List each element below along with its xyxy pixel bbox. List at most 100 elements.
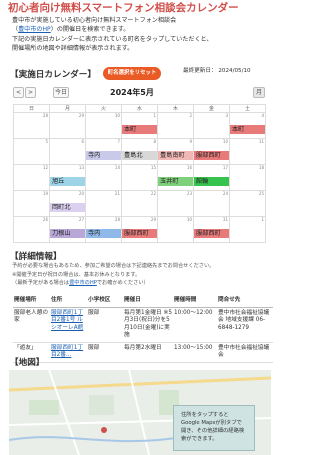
day-number: 8 bbox=[153, 139, 156, 144]
calendar-day[interactable]: 4 本町 bbox=[229, 112, 266, 139]
calendar-grid: 日月火水木金土 28 29 30 1 本町 2 3 4 本町 5 6 7 寺内 8 豊島北 9 豊島南町 10 服部… bbox=[13, 104, 266, 243]
calendar-event[interactable]: 玉井町 bbox=[158, 177, 193, 186]
calendar-event[interactable]: 寺内 bbox=[86, 151, 121, 160]
calendar-week: 19 20 岡町北 21 22 23 24 25 bbox=[13, 190, 266, 217]
calendar-day[interactable]: 30 bbox=[85, 112, 122, 139]
calendar-event[interactable]: 豊島北 bbox=[122, 151, 157, 160]
month-view-button[interactable]: 月 bbox=[253, 87, 265, 98]
calendar-day[interactable]: 9 豊島南町 bbox=[157, 138, 194, 165]
calendar-day[interactable]: 14 bbox=[85, 164, 122, 191]
calendar-day[interactable]: 29 服部西町 bbox=[121, 216, 158, 243]
detail-heading: 【詳細情報】 bbox=[10, 252, 62, 262]
calendar-day[interactable]: 20 岡町北 bbox=[49, 190, 86, 217]
calendar-day[interactable]: 2 bbox=[157, 112, 194, 139]
address-link[interactable]: 服部西町1丁目2番1号 ルシオーレA館 bbox=[51, 310, 83, 331]
weekday-label: 月 bbox=[49, 104, 86, 113]
calendar-day[interactable]: 24 bbox=[193, 190, 230, 217]
calendar-day[interactable]: 3 bbox=[193, 112, 230, 139]
detail-column-header: 問合せ先 bbox=[217, 292, 273, 308]
day-number: 20 bbox=[78, 191, 84, 196]
calendar-event[interactable]: 刀根山 bbox=[50, 229, 85, 238]
detail-hp-link[interactable]: 豊中市のHP bbox=[69, 280, 97, 286]
calendar-event[interactable]: 服部西町 bbox=[194, 229, 229, 238]
calendar-event[interactable]: 本町 bbox=[122, 125, 157, 134]
calendar-day[interactable]: 5 bbox=[13, 138, 50, 165]
reset-selection-button[interactable]: 町名選択をリセット bbox=[103, 67, 161, 80]
calendar-day[interactable]: 18 bbox=[229, 164, 266, 191]
detail-note-2: ※開催予定日が祝日の場合は、基本お休みとなります。 bbox=[12, 271, 141, 278]
day-number: 1 bbox=[153, 113, 156, 118]
day-number: 31 bbox=[222, 217, 228, 222]
calendar-day[interactable]: 28 bbox=[13, 112, 50, 139]
calendar-day[interactable]: 1 bbox=[229, 216, 266, 243]
calendar-day[interactable]: 28 寺内 bbox=[85, 216, 122, 243]
calendar-day[interactable]: 13 旭丘 bbox=[49, 164, 86, 191]
calendar-day[interactable]: 21 bbox=[85, 190, 122, 217]
calendar-heading: 【実施日カレンダー】 bbox=[10, 70, 96, 80]
day-number: 18 bbox=[258, 165, 264, 170]
calendar-event[interactable]: 豊島南町 bbox=[158, 151, 193, 160]
calendar-day[interactable]: 31 服部西町 bbox=[193, 216, 230, 243]
map-heading: 【地図】 bbox=[10, 358, 45, 368]
calendar-day[interactable]: 23 bbox=[157, 190, 194, 217]
calendar-event[interactable]: 旭丘 bbox=[50, 177, 85, 186]
intro-line-2: の開催日を検索できます。 bbox=[56, 26, 130, 34]
intro-line-4: 開催場所の地図や詳細情報が表示されます。 bbox=[12, 44, 134, 52]
calendar-day[interactable]: 11 bbox=[229, 138, 266, 165]
calendar-day[interactable]: 27 刀根山 bbox=[49, 216, 86, 243]
calendar-day[interactable]: 12 bbox=[13, 164, 50, 191]
map-marker-icon[interactable] bbox=[101, 427, 107, 433]
calendar-day[interactable]: 19 bbox=[13, 190, 50, 217]
calendar-week: 28 29 30 1 本町 2 3 4 本町 bbox=[13, 112, 266, 139]
address-link[interactable]: 服部西町1丁目2番... bbox=[51, 345, 83, 359]
detail-cell-address: 服部西町1丁目2番1号 ルシオーレA館 bbox=[50, 307, 87, 343]
detail-cell-school: 服部 bbox=[87, 307, 123, 343]
today-button[interactable]: 今日 bbox=[53, 87, 69, 98]
calendar-day[interactable]: 8 豊島北 bbox=[121, 138, 158, 165]
calendar-day[interactable]: 22 bbox=[121, 190, 158, 217]
day-number: 29 bbox=[78, 113, 84, 118]
day-number: 11 bbox=[258, 139, 264, 144]
calendar-day[interactable]: 30 bbox=[157, 216, 194, 243]
detail-note-1: 予約が必要な場合もあるため、参加ご希望の場合は下記連絡先までお問合せください。 bbox=[12, 263, 215, 269]
calendar-day[interactable]: 7 寺内 bbox=[85, 138, 122, 165]
day-number: 7 bbox=[117, 139, 120, 144]
calendar-event[interactable]: 岡町北 bbox=[50, 203, 85, 212]
detail-cell-school: 服部 bbox=[87, 342, 123, 363]
weekday-label: 水 bbox=[121, 104, 158, 113]
day-number: 15 bbox=[150, 165, 156, 170]
day-number: 14 bbox=[114, 165, 120, 170]
weekday-label: 木 bbox=[157, 104, 194, 113]
detail-notes: 予約が必要な場合もあるため、参加ご希望の場合は下記連絡先までお問合せください。 … bbox=[12, 262, 274, 288]
calendar-week: 12 13 旭丘 14 15 16 玉井町 17 館輪 18 bbox=[13, 164, 266, 191]
prev-month-button[interactable]: < bbox=[13, 87, 24, 98]
calendar-event[interactable]: 服部西町 bbox=[122, 229, 157, 238]
calendar-day[interactable]: 29 bbox=[49, 112, 86, 139]
calendar-event[interactable]: 服部西町 bbox=[194, 151, 229, 160]
calendar-day[interactable]: 16 玉井町 bbox=[157, 164, 194, 191]
detail-table: 開催場所 住所 小学校区 開催日 開催時間 問合せ先 服部老人憩の家 服部西町1丁目2番1号… bbox=[13, 292, 273, 363]
calendar-day[interactable]: 1 本町 bbox=[121, 112, 158, 139]
detail-cell-time: 10:00～12:00 bbox=[173, 307, 217, 343]
day-number: 4 bbox=[261, 113, 264, 118]
calendar-event[interactable]: 本町 bbox=[230, 125, 265, 134]
last-updated: 最終更新日： 2024/05/10 bbox=[183, 68, 251, 74]
calendar-day[interactable]: 6 bbox=[49, 138, 86, 165]
detail-cell-address: 服部西町1丁目2番... bbox=[50, 342, 87, 363]
calendar-day[interactable]: 10 服部西町 bbox=[193, 138, 230, 165]
city-hp-link[interactable]: 豊中市のHP bbox=[18, 26, 51, 33]
calendar-day[interactable]: 15 bbox=[121, 164, 158, 191]
day-number: 25 bbox=[258, 191, 264, 196]
calendar-week: 5 6 7 寺内 8 豊島北 9 豊島南町 10 服部西町 11 bbox=[13, 138, 266, 165]
calendar-event[interactable]: 寺内 bbox=[86, 229, 121, 238]
detail-row: 「遊友」 服部西町1丁目2番... 服部 毎月第2水曜日 13:00～15:00 豊中市社… bbox=[13, 342, 273, 363]
month-title: 2024年5月 bbox=[110, 88, 154, 97]
intro-text: 豊中市が実施している初心者向け無料スマートフォン相談会 （豊中市のHP）の開催日… bbox=[12, 16, 274, 53]
day-number: 30 bbox=[114, 113, 120, 118]
calendar-event[interactable]: 館輪 bbox=[194, 177, 229, 186]
calendar-day[interactable]: 25 bbox=[229, 190, 266, 217]
detail-cell-contact: 豊中市社会福祉協議会 bbox=[217, 342, 273, 363]
calendar-day[interactable]: 26 bbox=[13, 216, 50, 243]
next-month-button[interactable]: > bbox=[25, 87, 36, 98]
calendar-day[interactable]: 17 館輪 bbox=[193, 164, 230, 191]
